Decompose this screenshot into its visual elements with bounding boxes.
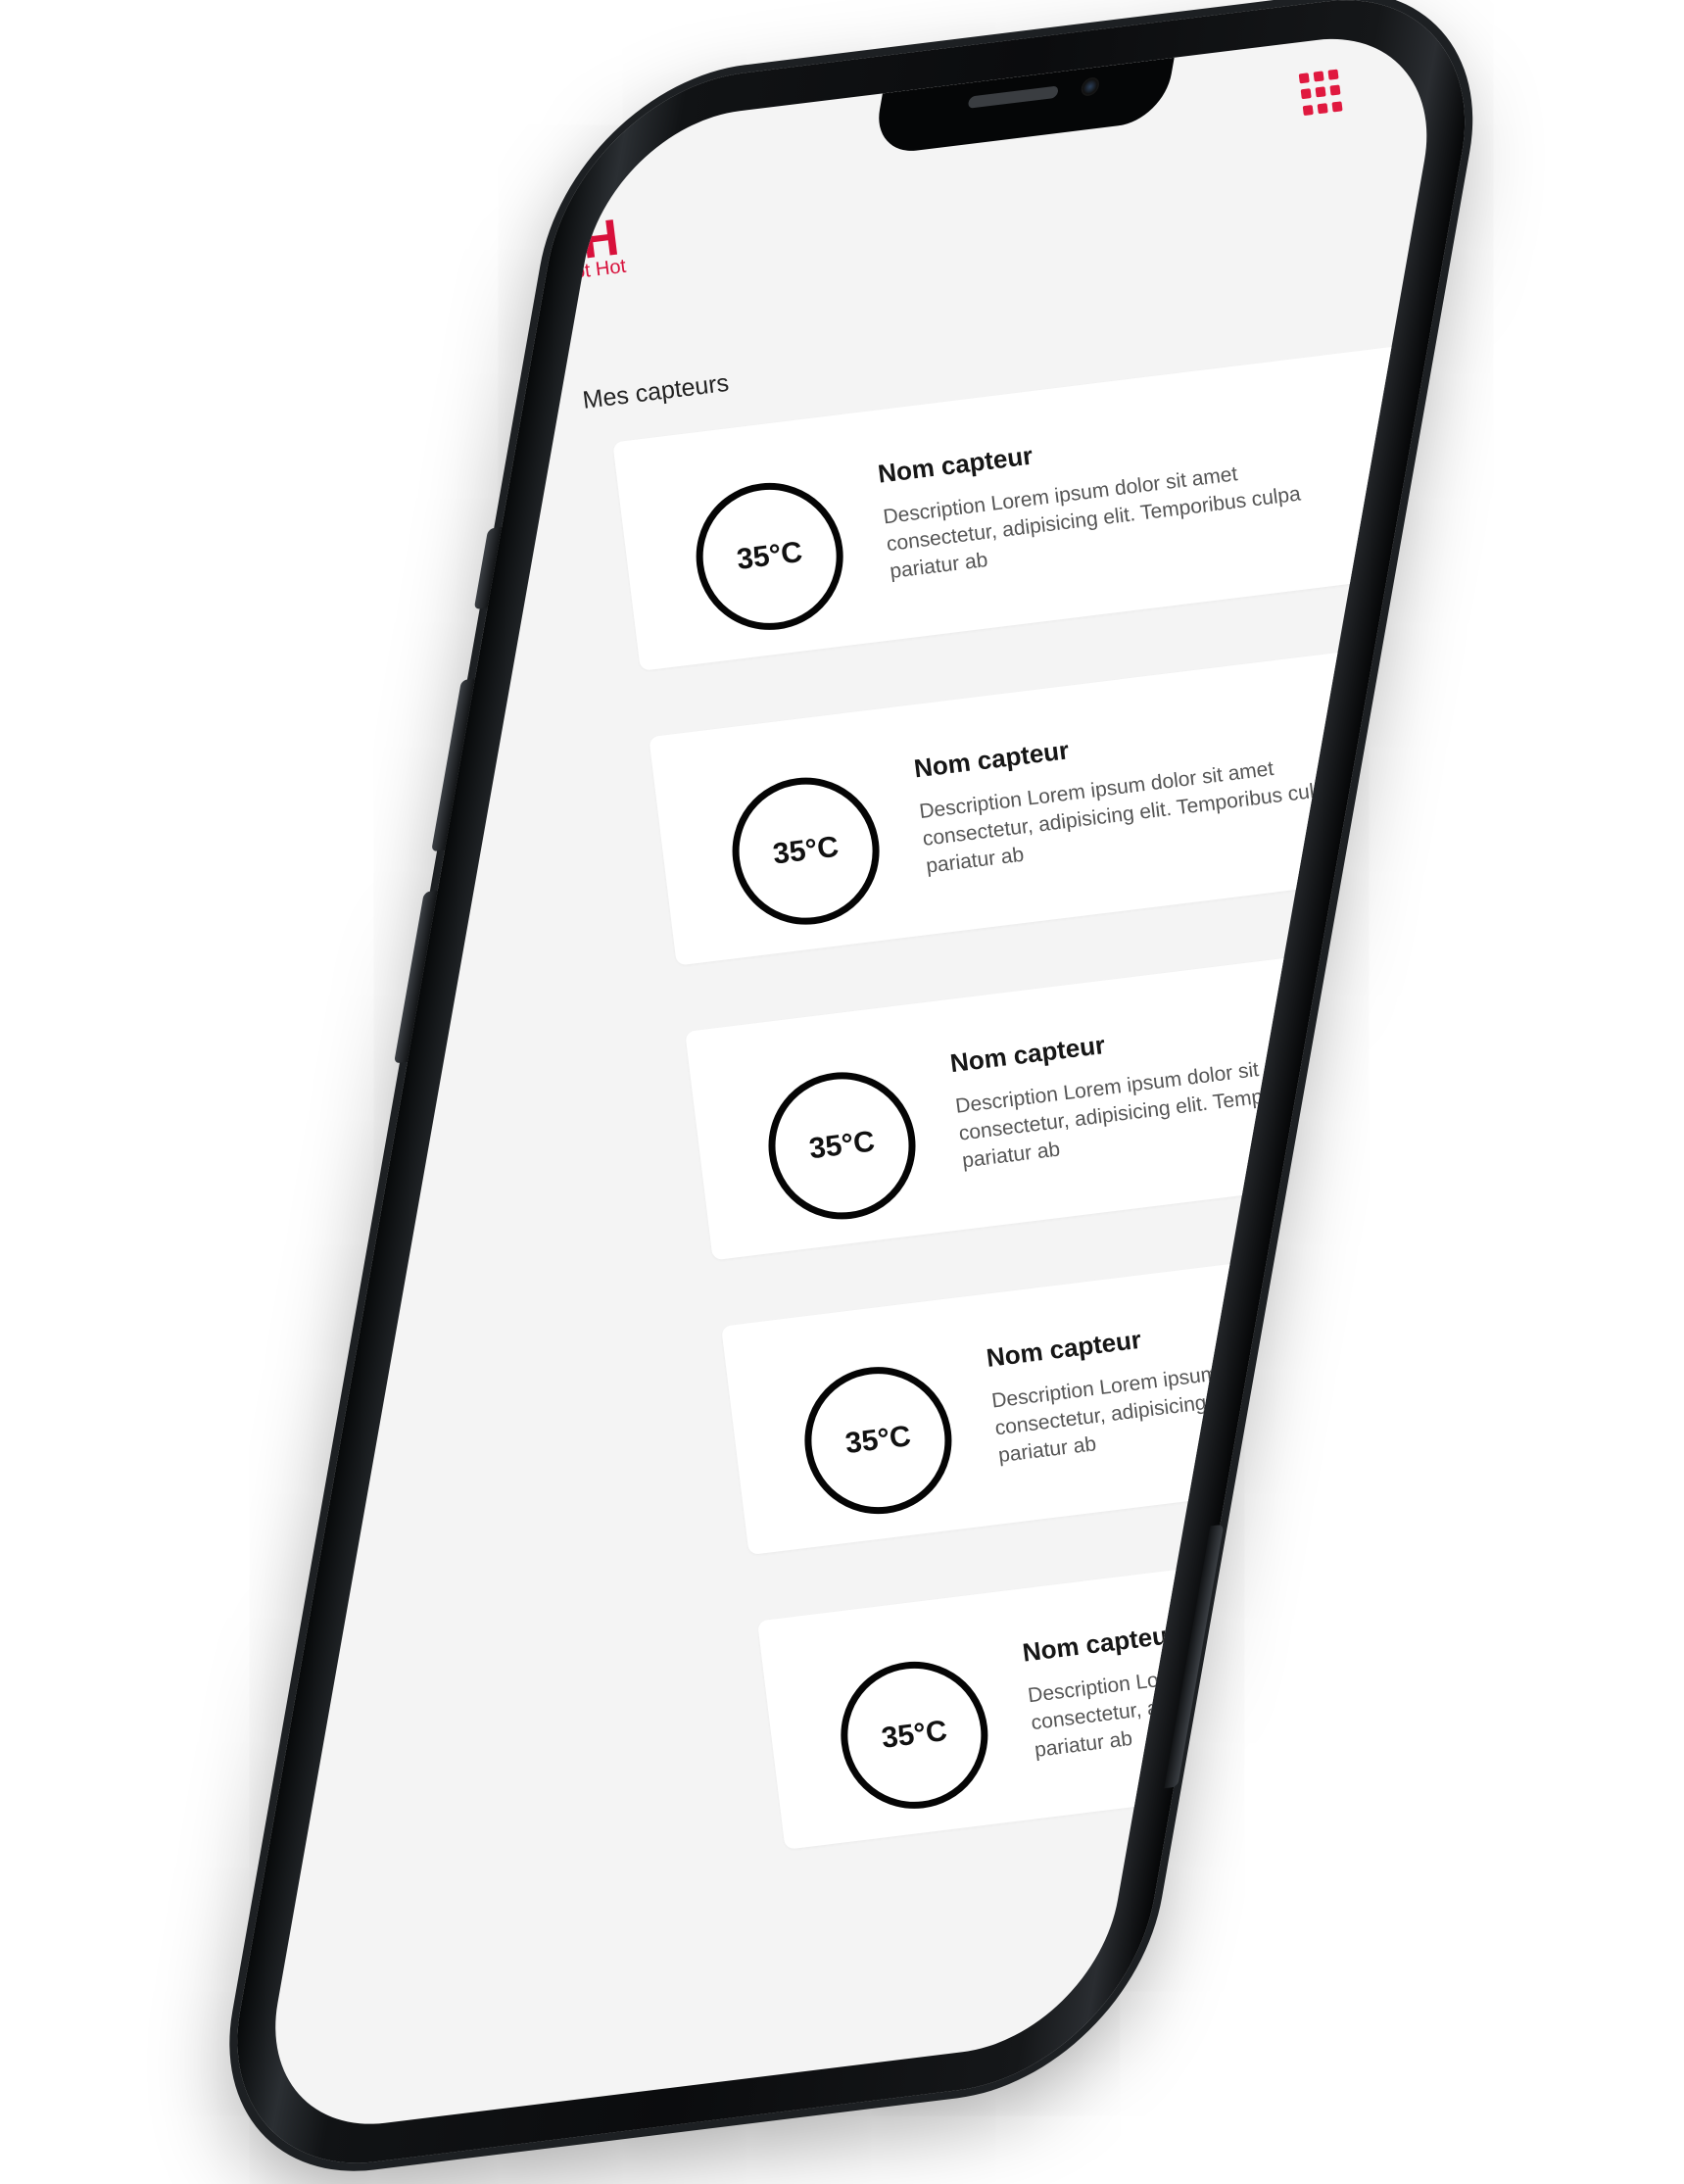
grid-dot bbox=[1329, 84, 1341, 96]
temperature-gauge: 35°C bbox=[759, 1063, 925, 1228]
grid-dot bbox=[1327, 69, 1339, 80]
page-title: Mes capteurs bbox=[581, 368, 731, 414]
temperature-gauge: 35°C bbox=[723, 769, 889, 934]
temperature-value: 35°C bbox=[843, 1420, 913, 1461]
app-header: HHH Hot Hot Hot bbox=[502, 69, 1352, 336]
mute-switch bbox=[473, 527, 503, 610]
sensor-name: Nom capteur bbox=[876, 440, 1034, 489]
grid-dot bbox=[1313, 71, 1324, 82]
temperature-value: 35°C bbox=[807, 1125, 877, 1166]
phone-mockup: HHH Hot Hot Hot Mes capteurs 35°C Nom ca… bbox=[0, 0, 1684, 2184]
grid-menu-icon[interactable] bbox=[1298, 69, 1347, 117]
grid-dot bbox=[1298, 73, 1310, 84]
phone-tilt-wrapper: HHH Hot Hot Hot Mes capteurs 35°C Nom ca… bbox=[0, 0, 1684, 2184]
brand-logo[interactable]: HHH Hot Hot Hot bbox=[502, 208, 686, 297]
grid-dot bbox=[1300, 88, 1312, 100]
sensor-card[interactable]: 35°C Nom capteur Description Lorem ipsum… bbox=[612, 344, 1438, 671]
temperature-gauge: 35°C bbox=[688, 474, 852, 639]
grid-dot bbox=[1331, 100, 1343, 113]
app-viewport: HHH Hot Hot Hot Mes capteurs 35°C Nom ca… bbox=[502, 24, 1449, 2065]
sensor-name: Nom capteur bbox=[912, 735, 1071, 784]
grid-dot bbox=[1302, 104, 1314, 116]
sensor-card[interactable]: 35°C Nom capteur Description Lorem ipsum… bbox=[685, 934, 1449, 1261]
phone-screen: HHH Hot Hot Hot Mes capteurs 35°C Nom ca… bbox=[253, 24, 1449, 2140]
grid-dot bbox=[1317, 102, 1328, 114]
sensor-card[interactable]: 35°C Nom capteur Description Lorem ipsum… bbox=[756, 1523, 1449, 1850]
temperature-value: 35°C bbox=[880, 1714, 949, 1755]
temperature-value: 35°C bbox=[735, 535, 804, 576]
sensor-name: Nom capteur bbox=[985, 1324, 1143, 1373]
temperature-gauge: 35°C bbox=[832, 1653, 996, 1818]
grid-dot bbox=[1315, 86, 1326, 98]
volume-up-button bbox=[431, 678, 475, 852]
volume-down-button bbox=[393, 890, 438, 1064]
sensor-name: Nom capteur bbox=[948, 1030, 1107, 1079]
sensor-card[interactable]: 35°C Nom capteur Description Lorem ipsum… bbox=[649, 639, 1449, 966]
sensor-name: Nom capteur bbox=[1021, 1619, 1179, 1668]
phone-frame: HHH Hot Hot Hot Mes capteurs 35°C Nom ca… bbox=[210, 0, 1493, 2182]
temperature-value: 35°C bbox=[771, 830, 841, 871]
sensor-list: 35°C Nom capteur Description Lorem ipsum… bbox=[612, 342, 1449, 1916]
sensor-card[interactable]: 35°C Nom capteur Description Lorem ipsum… bbox=[721, 1228, 1449, 1556]
temperature-gauge: 35°C bbox=[795, 1358, 961, 1523]
